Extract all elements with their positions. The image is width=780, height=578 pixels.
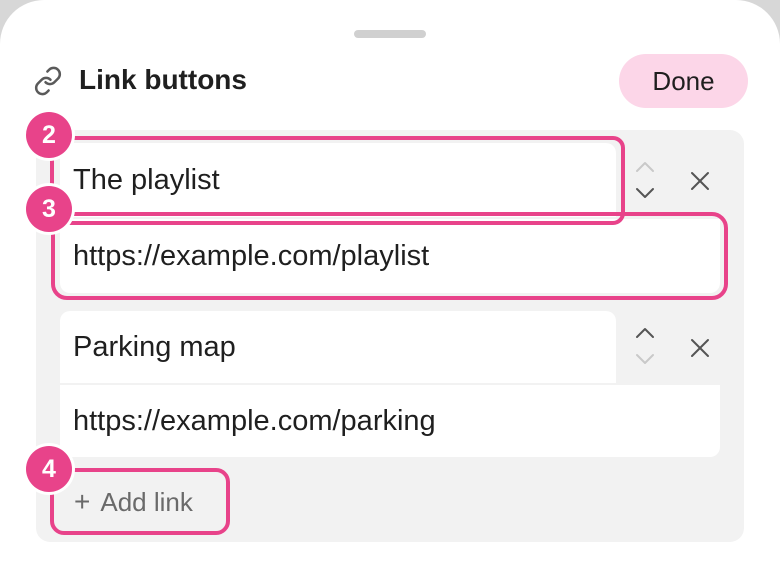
done-button[interactable]: Done [619,54,748,108]
plus-icon: + [74,486,91,517]
close-icon[interactable] [689,337,711,359]
link-title-input[interactable]: The playlist [60,143,616,217]
add-link-button[interactable]: + Add link [74,484,193,520]
chevron-down-icon[interactable] [634,186,656,200]
chevron-down-icon[interactable] [634,352,656,366]
annotation-badge: 2 [26,112,72,158]
annotation-badge: 4 [26,446,72,492]
link-url-input[interactable]: https://example.com/playlist [60,219,720,293]
close-icon[interactable] [689,170,711,192]
link-url-input[interactable]: https://example.com/parking [60,385,720,457]
chevron-up-icon[interactable] [634,326,656,340]
sheet-title: Link buttons [79,64,247,95]
link-icon [34,66,62,96]
drag-handle[interactable] [354,30,426,38]
add-link-label: Add link [100,487,193,517]
link-buttons-sheet: Link buttons Done The playlist https://e… [0,0,780,578]
link-title-input[interactable]: Parking map [60,311,616,383]
chevron-up-icon[interactable] [634,160,656,174]
annotation-badge: 3 [26,186,72,232]
